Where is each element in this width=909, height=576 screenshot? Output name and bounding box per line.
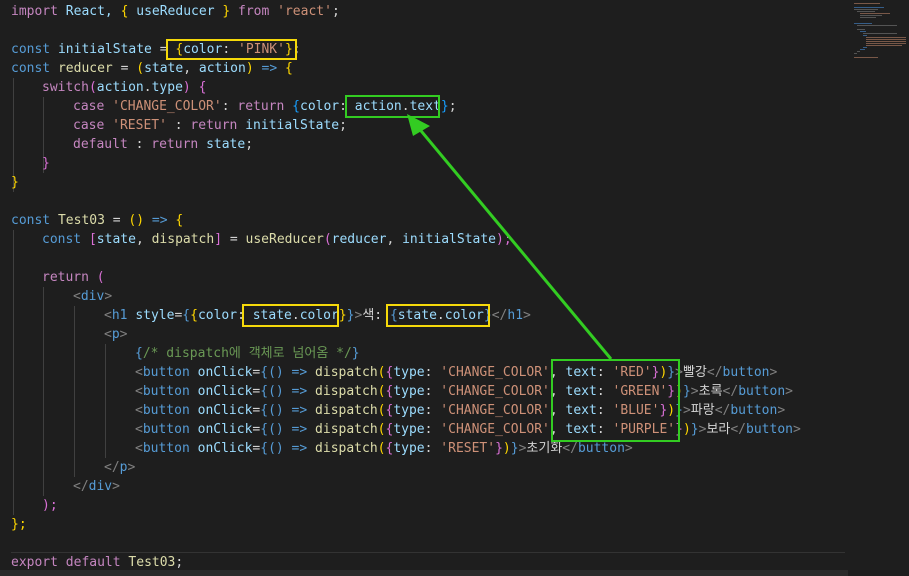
minimap-line (863, 47, 867, 48)
minimap-line (863, 35, 867, 36)
code-line-10: } (11, 175, 19, 190)
code-line-9: } (42, 156, 50, 171)
minimap-line (860, 31, 866, 32)
highlight-dispatch-text (551, 359, 680, 442)
minimap-line (860, 15, 882, 16)
minimap-line (857, 11, 875, 12)
highlight-state-color-style (242, 304, 339, 327)
minimap-line (854, 7, 884, 8)
code-line-27: ); (42, 498, 58, 513)
code-line-28: }; (11, 517, 27, 532)
code-line-8: default : return state; (73, 137, 254, 152)
minimap-line (854, 23, 872, 24)
indent-guide (13, 230, 14, 515)
code-line-19: {/* dispatch에 객체로 넘어옴 */} (135, 346, 360, 361)
minimap-line (866, 43, 906, 44)
highlight-initial-state (166, 39, 297, 60)
code-line-22: <button onClick={() => dispatch({type: '… (135, 403, 786, 418)
minimap-line (860, 49, 865, 50)
code-line-15: return ( (42, 270, 105, 285)
minimap-line (857, 29, 865, 30)
minimap-line (860, 17, 876, 18)
minimap-line (854, 53, 857, 54)
code-line-1: import React, { useReducer } from 'react… (11, 4, 340, 19)
indent-guide (105, 344, 106, 458)
code-line-16: <div> (73, 289, 113, 304)
minimap-line (866, 45, 902, 46)
minimap-line (854, 9, 878, 10)
minimap-line (863, 33, 897, 34)
minimap-line (854, 57, 878, 58)
code-line-18: <p> (104, 327, 128, 342)
highlight-action-text (345, 95, 440, 118)
code-line-21: <button onClick={() => dispatch({type: '… (135, 384, 793, 399)
indent-guide (74, 306, 75, 477)
code-line-26: </div> (73, 479, 120, 494)
code-editor[interactable]: import React, { useReducer } from 'react… (0, 0, 848, 576)
highlight-state-color-text (386, 304, 490, 327)
minimap-line (857, 51, 860, 52)
minimap-line (866, 39, 906, 40)
minimap-line (860, 13, 890, 14)
minimap-line (866, 37, 906, 38)
minimap-line (857, 25, 897, 26)
code-line-23: <button onClick={() => dispatch({type: '… (135, 422, 801, 437)
code-line-5: switch(action.type) { (42, 80, 207, 95)
code-line-20: <button onClick={() => dispatch({type: '… (135, 365, 778, 380)
minimap-line (854, 3, 880, 4)
code-line-25: </p> (104, 460, 136, 475)
indent-guide (43, 287, 44, 496)
code-line-4: const reducer = (state, action) => { (11, 61, 293, 76)
code-line-12: const Test03 = () => { (11, 213, 184, 228)
minimap[interactable] (848, 0, 909, 576)
code-line-7: case 'RESET' : return initialState; (73, 118, 347, 133)
horizontal-scrollbar[interactable] (0, 570, 848, 576)
minimap-line (866, 41, 906, 42)
code-line-13: const [state, dispatch] = useReducer(red… (42, 232, 512, 247)
